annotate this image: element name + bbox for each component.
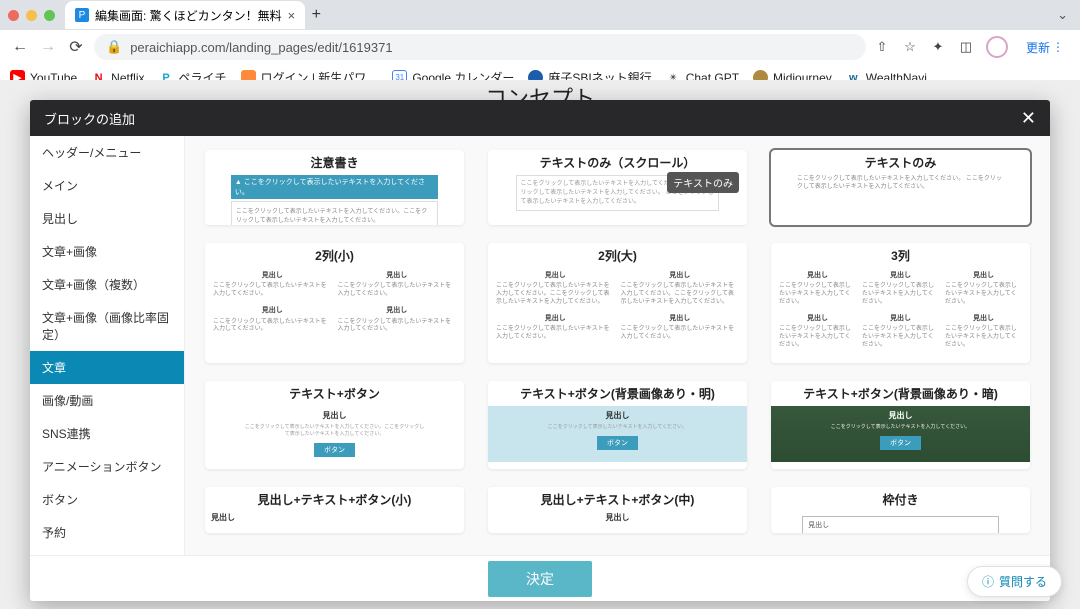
card-2col-small[interactable]: 2列(小) 見出しここをクリックして表示したいテキストを入力してください。見出し… [205,243,464,363]
card-2col-large[interactable]: 2列(大) 見出しここをクリックして表示したいテキストを入力してください。ここを… [488,243,747,363]
close-icon[interactable]: ✕ [1021,108,1036,129]
share-icon[interactable]: ⇧ [874,39,890,55]
sidebar-item[interactable]: ヘッダー/メニュー [30,136,184,169]
sidebar-item[interactable]: SNS連携 [30,417,184,450]
tooltip: テキストのみ [667,172,739,193]
card-head-text-btn-s[interactable]: 見出し+テキスト+ボタン(小) 見出し [205,487,464,533]
panel-icon[interactable]: ◫ [958,39,974,55]
category-sidebar: ヘッダー/メニューメイン見出し文章+画像文章+画像（複数）文章+画像（画像比率固… [30,136,185,555]
card-3col[interactable]: 3列 見出しここをクリックして表示したいテキストを入力してください。見出しここを… [771,243,1030,363]
sidebar-item[interactable]: 文章+画像（複数） [30,268,184,301]
tab-bar: P 編集画面: 驚くほどカンタン！無料 × + ⌄ [0,0,1080,30]
sidebar-item[interactable]: 見出し [30,202,184,235]
browser-tab[interactable]: P 編集画面: 驚くほどカンタン！無料 × [65,1,305,29]
address-bar: ← → ⟳ 🔒 peraichiapp.com/landing_pages/ed… [0,30,1080,64]
card-text-scroll[interactable]: テキストのみ（スクロール） ここをクリックして表示したいテキストを入力してくださ… [488,150,747,225]
sidebar-item[interactable]: 文章+画像 [30,235,184,268]
help-fab[interactable]: ⓘ 質問する [967,566,1062,597]
confirm-button[interactable]: 決定 [488,561,592,597]
back-button[interactable]: ← [10,37,30,57]
chevron-down-icon[interactable]: ⌄ [1057,7,1068,23]
add-block-modal: ブロックの追加 ✕ ヘッダー/メニューメイン見出し文章+画像文章+画像（複数）文… [30,100,1050,601]
sidebar-item[interactable]: 画像/動画 [30,384,184,417]
card-head-text-btn-m[interactable]: 見出し+テキスト+ボタン(中) 見出し [488,487,747,533]
new-tab-button[interactable]: + [305,6,327,24]
block-gallery[interactable]: 注意書き ▲ ここをクリックして表示したいテキストを入力してください。 ここをク… [185,136,1050,555]
card-text-button[interactable]: テキスト+ボタン 見出し ここをクリックして表示したいテキストを入力してください… [205,381,464,469]
forward-button: → [38,37,58,57]
card-framed[interactable]: 枠付き 見出し [771,487,1030,533]
reload-button[interactable]: ⟳ [66,37,86,57]
card-notice[interactable]: 注意書き ▲ ここをクリックして表示したいテキストを入力してください。 ここをク… [205,150,464,225]
avatar[interactable] [986,36,1008,58]
sidebar-item[interactable]: 文章+画像（画像比率固定） [30,301,184,351]
modal-header: ブロックの追加 ✕ [30,100,1050,136]
minimize-window-icon[interactable] [26,10,37,21]
extensions-icon[interactable]: ✦ [930,39,946,55]
card-text-button-dark[interactable]: テキスト+ボタン(背景画像あり・暗) 見出し ここをクリックして表示したいテキス… [771,381,1030,469]
sidebar-item[interactable]: 文章 [30,351,184,384]
help-icon: ⓘ [982,573,994,590]
url-text: peraichiapp.com/landing_pages/edit/16193… [130,40,392,55]
card-text-only[interactable]: テキストのみ ここをクリックして表示したいテキストを入力してください。 ここをク… [771,150,1030,225]
url-field[interactable]: 🔒 peraichiapp.com/landing_pages/edit/161… [94,34,866,60]
tab-title: 編集画面: 驚くほどカンタン！無料 [95,7,282,24]
window-controls[interactable] [8,10,55,21]
close-tab-icon[interactable]: × [288,8,296,23]
favicon-icon: P [75,8,89,22]
lock-icon: 🔒 [106,39,122,55]
sidebar-item[interactable]: ボタン [30,483,184,516]
sidebar-item[interactable]: 予約 [30,516,184,549]
modal-footer: 決定 [30,555,1050,601]
close-window-icon[interactable] [8,10,19,21]
maximize-window-icon[interactable] [44,10,55,21]
sidebar-item[interactable]: メイン [30,169,184,202]
star-icon[interactable]: ☆ [902,39,918,55]
sidebar-item[interactable]: アニメーションボタン [30,450,184,483]
card-text-button-light[interactable]: テキスト+ボタン(背景画像あり・明) 見出し ここをクリックして表示したいテキス… [488,381,747,469]
update-button[interactable]: 更新 ⋮ [1020,36,1070,59]
modal-title: ブロックの追加 [44,109,135,128]
